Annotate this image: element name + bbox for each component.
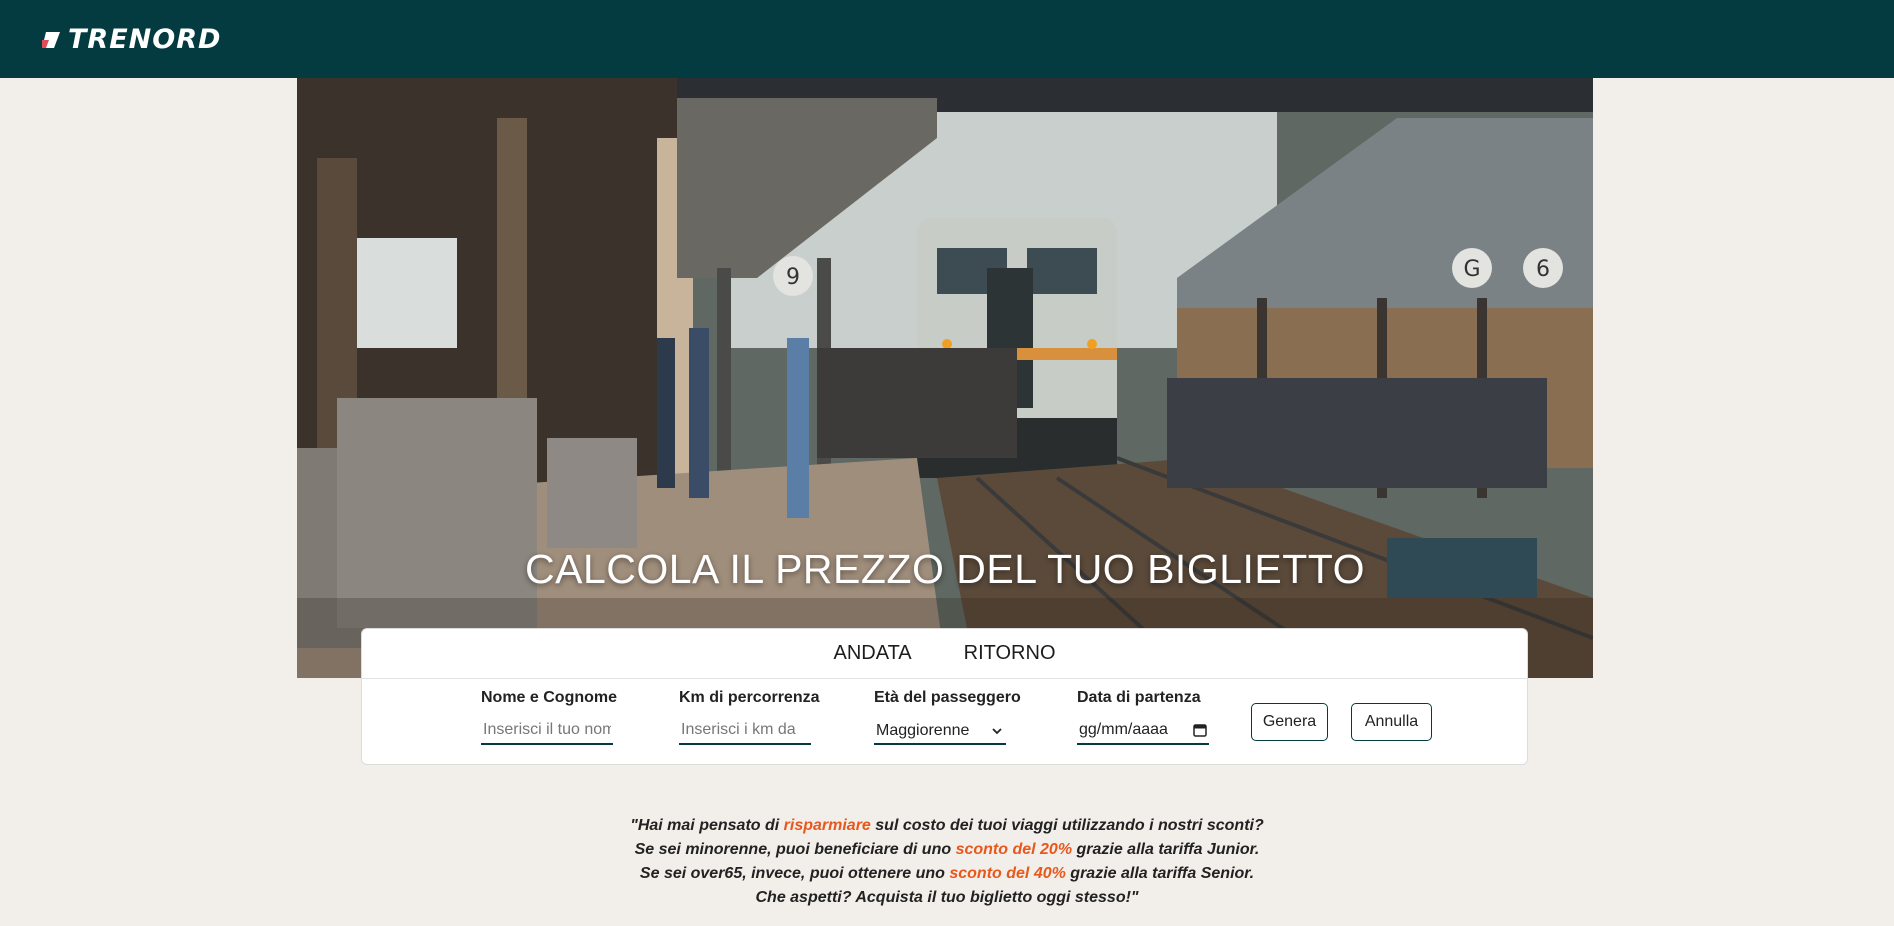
genera-button[interactable]: Genera — [1251, 703, 1328, 741]
top-navbar: TRENORD — [0, 0, 1894, 78]
logo-mark-icon — [42, 32, 60, 48]
highlight-sconto-40: sconto del 40% — [949, 865, 1066, 882]
promo-text: "Hai mai pensato di risparmiare sul cost… — [0, 814, 1894, 910]
form-fields: Nome e Cognome Km di percorrenza Età del… — [362, 679, 1527, 765]
platform-sign-6: 6 — [1536, 257, 1550, 282]
brand-name: TRENORD — [68, 24, 222, 55]
name-input[interactable] — [481, 717, 613, 745]
highlight-sconto-20: sconto del 20% — [955, 841, 1073, 858]
tab-ritorno[interactable]: RITORNO — [964, 642, 1056, 665]
date-label: Data di partenza — [1077, 689, 1201, 706]
ticket-form-card: ANDATA RITORNO Nome e Cognome Km di perc… — [361, 628, 1528, 765]
name-label: Nome e Cognome — [481, 689, 618, 706]
platform-sign-9: 9 — [786, 265, 800, 290]
km-label: Km di percorrenza — [679, 689, 820, 706]
platform-sign-g: G — [1463, 257, 1480, 282]
trenord-logo[interactable]: TRENORD — [40, 24, 222, 55]
promo-line-4: Che aspetti? Acquista il tuo biglietto o… — [755, 889, 1139, 906]
date-field-group: Data di partenza gg/mm/aaaa — [1077, 679, 1209, 745]
chevron-down-icon — [992, 728, 1002, 735]
date-input-value: gg/mm/aaaa — [1079, 721, 1168, 738]
promo-line-2: Se sei minorenne, puoi beneficiare di un… — [634, 841, 1260, 858]
hero-banner: G 6 9 CALCOLA IL PREZZO DEL TUO BIGLIETT… — [297, 78, 1593, 678]
annulla-button[interactable]: Annulla — [1351, 703, 1432, 741]
promo-line-3: Se sei over65, invece, puoi ottenere uno… — [639, 865, 1255, 882]
age-select[interactable]: Maggiorenne — [874, 717, 1006, 745]
age-label: Età del passeggero — [874, 689, 1021, 706]
age-select-value: Maggiorenne — [876, 722, 970, 739]
highlight-risparmiare: risparmiare — [783, 817, 871, 834]
tab-andata[interactable]: ANDATA — [833, 642, 911, 665]
page-title: CALCOLA IL PREZZO DEL TUO BIGLIETTO — [524, 546, 1365, 592]
age-field-group: Età del passeggero Maggiorenne — [874, 679, 1021, 745]
calendar-icon[interactable] — [1193, 723, 1207, 737]
promo-line-1: "Hai mai pensato di risparmiare sul cost… — [630, 817, 1264, 834]
km-input[interactable] — [679, 717, 811, 745]
date-input[interactable]: gg/mm/aaaa — [1077, 717, 1209, 745]
name-field-group: Nome e Cognome — [481, 679, 617, 745]
km-field-group: Km di percorrenza — [679, 679, 819, 745]
trip-tabs: ANDATA RITORNO — [362, 629, 1527, 679]
